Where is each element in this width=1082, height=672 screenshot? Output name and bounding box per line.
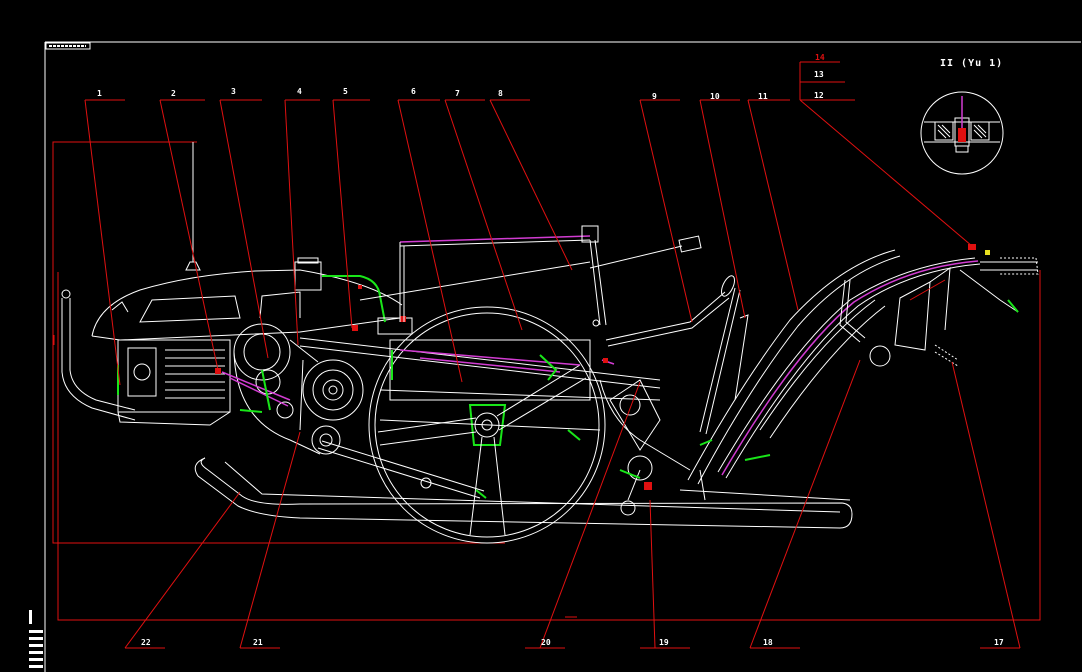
- part-label-17: 17: [994, 638, 1004, 647]
- part-label-5: 5: [343, 87, 348, 96]
- dimension-lines: [52, 141, 1041, 621]
- part-label-9: 9: [652, 92, 657, 101]
- chassis-frame: [299, 316, 661, 441]
- rear-linkage: [599, 358, 691, 516]
- front-guard-tube: [61, 289, 136, 421]
- part-labels-top: 1 2 3 4 5 6 7 8 9 10 11: [97, 87, 768, 101]
- cad-drawing-canvas: II (Yu 1) 1 2 3 4 5 6 7 8 9 10 11 14 13 …: [29, 41, 1081, 672]
- part-label-20: 20: [541, 638, 551, 647]
- leader-lines: [84, 61, 1021, 649]
- part-label-1: 1: [97, 89, 102, 98]
- part-label-14: 14: [815, 53, 825, 62]
- part-label-11: 11: [758, 92, 768, 101]
- ground-skid: [194, 457, 853, 529]
- part-label-21: 21: [253, 638, 263, 647]
- part-label-12: 12: [814, 91, 824, 100]
- part-labels-table: 14 13 12: [814, 53, 825, 100]
- part-label-4: 4: [297, 87, 302, 96]
- upper-control-rod: [359, 225, 702, 327]
- part-label-7: 7: [455, 89, 460, 98]
- antenna: [185, 142, 201, 271]
- shift-lever: [605, 275, 749, 435]
- part-label-8: 8: [498, 89, 503, 98]
- part-label-22: 22: [141, 638, 151, 647]
- fuel-tank: [294, 257, 413, 335]
- part-label-2: 2: [171, 89, 176, 98]
- detail-view-label: II (Yu 1): [940, 58, 1003, 69]
- pulley-assembly: [215, 323, 364, 455]
- part-label-13: 13: [814, 70, 824, 79]
- part-label-10: 10: [710, 92, 720, 101]
- part-label-19: 19: [659, 638, 669, 647]
- part-labels-bottom: 22 21 20 19 18 17: [141, 638, 1004, 647]
- part-label-3: 3: [231, 87, 236, 96]
- detail-view-circle: II (Yu 1): [920, 58, 1004, 175]
- part-label-6: 6: [411, 87, 416, 96]
- lower-tie-rod: [317, 440, 487, 499]
- part-label-18: 18: [763, 638, 773, 647]
- sheet-frame: [44, 41, 1081, 672]
- engine-block: [117, 339, 231, 426]
- legend-marks: [29, 610, 43, 668]
